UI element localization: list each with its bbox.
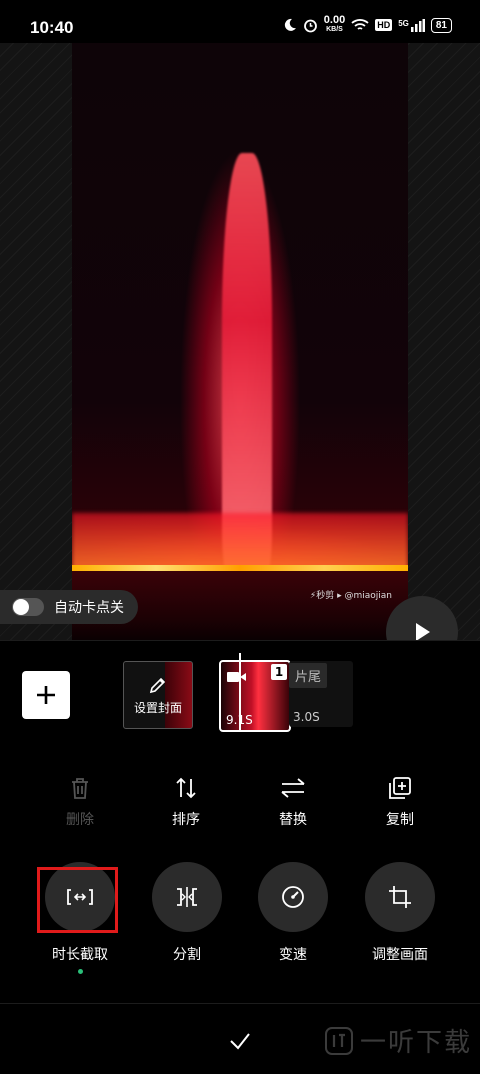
add-clip-button[interactable] (22, 671, 70, 719)
video-frame[interactable]: ⚡秒剪 ▸ @miaojian (72, 43, 408, 640)
status-icons: 0.00 KB/S HD 5G 81 (283, 14, 452, 34)
highlight-box (37, 867, 118, 933)
set-cover-label: 设置封面 (133, 700, 182, 715)
brand-text: 一听下载 (359, 1028, 472, 1058)
battery-indicator: 81 (430, 17, 452, 33)
clip-index-badge: 1 (271, 664, 287, 680)
hd-badge: HD (375, 19, 393, 31)
net-speed: 0.00 KB/S (323, 14, 346, 34)
copy-label: 复制 (386, 812, 414, 828)
auto-beat-label: 自动卡点关 (54, 600, 124, 616)
bottom-bar: 一听下载 (0, 1003, 480, 1074)
playhead[interactable] (239, 653, 241, 731)
adjust-frame-button[interactable]: 调整画面 (350, 862, 450, 964)
speed-button[interactable]: 变速 (243, 862, 343, 964)
copy-icon (389, 777, 411, 799)
signal-indicator: 5G (398, 18, 425, 32)
end-clip[interactable]: 片尾 3.0S (289, 661, 353, 727)
fountain-image (222, 153, 272, 573)
pencil-icon (149, 677, 166, 693)
video-preview-area: ⚡秒剪 ▸ @miaojian 自动卡点关 (0, 43, 480, 668)
copy-button[interactable]: 复制 (355, 775, 445, 829)
delete-label: 删除 (66, 812, 94, 828)
replace-icon (281, 778, 305, 798)
split-button[interactable]: 分割 (137, 862, 237, 964)
plus-icon (37, 686, 55, 704)
video-watermark: ⚡秒剪 ▸ @miaojian (309, 591, 392, 601)
net-speed-value: 0.00 (323, 14, 346, 26)
split-circle[interactable] (152, 862, 222, 932)
delete-button[interactable]: 删除 (35, 775, 125, 829)
signal-bars-icon (410, 18, 425, 32)
replace-button[interactable]: 替换 (248, 775, 338, 829)
trash-icon (72, 778, 88, 799)
sort-button[interactable]: 排序 (141, 775, 231, 829)
toggle-switch[interactable] (12, 598, 44, 616)
timeline: 设置封面 1 9.1S 片尾 3.0S (0, 640, 480, 732)
wifi-icon (351, 19, 369, 30)
split-label: 分割 (173, 947, 201, 963)
adjust-frame-label: 调整画面 (372, 947, 428, 963)
toggle-knob (13, 599, 29, 615)
replace-label: 替换 (279, 812, 307, 828)
trim-duration-label: 时长截取 (52, 947, 108, 963)
auto-beat-toggle[interactable]: 自动卡点关 (0, 590, 138, 624)
speed-circle[interactable] (258, 862, 328, 932)
end-clip-duration: 3.0S (293, 710, 320, 724)
video-clip[interactable]: 1 9.1S (219, 660, 291, 732)
set-cover-button[interactable]: 设置封面 (123, 661, 193, 729)
active-indicator-dot (77, 969, 83, 974)
split-icon (177, 887, 197, 907)
brand-watermark: 一听下载 (324, 1022, 472, 1059)
clip-actions: 删除 排序 替换 复制 (0, 775, 480, 840)
moon-icon (284, 18, 296, 31)
signal-label: 5G (398, 18, 409, 28)
status-time: 10:40 (30, 18, 74, 37)
crop-icon (389, 886, 411, 908)
net-speed-unit: KB/S (326, 26, 343, 33)
adjust-frame-circle[interactable] (365, 862, 435, 932)
sort-label: 排序 (172, 812, 200, 828)
fountain-spray (72, 513, 408, 573)
speed-label: 变速 (279, 947, 307, 963)
end-clip-label: 片尾 (289, 663, 328, 688)
brand-logo-icon (324, 1026, 353, 1055)
alarm-icon (303, 19, 317, 32)
check-icon (230, 1033, 250, 1050)
video-camera-icon (227, 672, 246, 682)
confirm-button[interactable] (225, 1026, 255, 1056)
speed-icon (282, 886, 304, 908)
sort-icon (176, 777, 196, 799)
